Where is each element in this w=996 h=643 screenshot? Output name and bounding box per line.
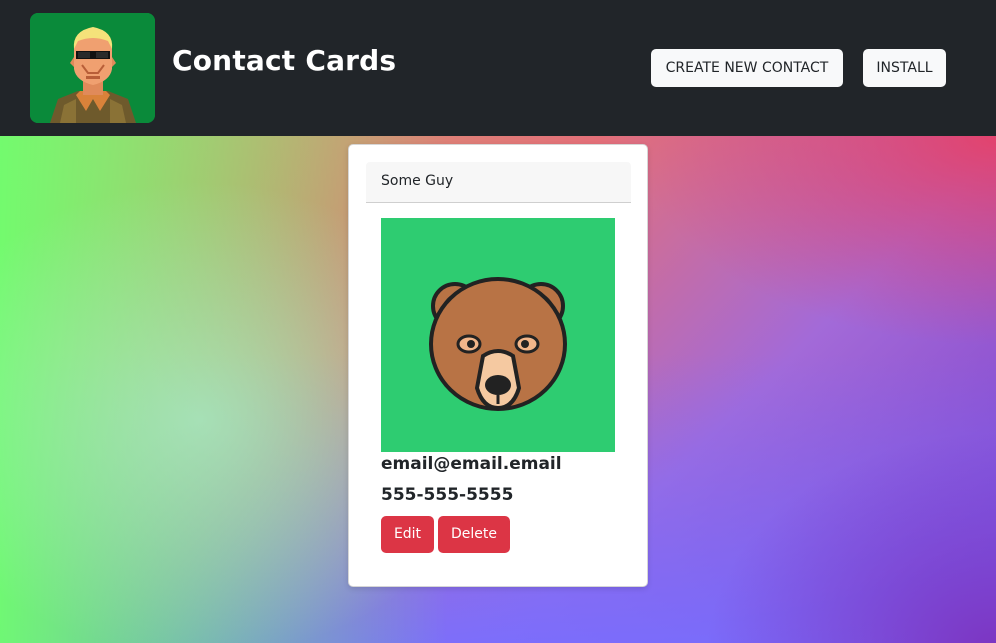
delete-button[interactable]: Delete — [438, 516, 510, 553]
create-new-contact-button[interactable]: CREATE NEW CONTACT — [651, 49, 843, 87]
contact-phone: 555-555-5555 — [381, 485, 514, 505]
bear-face-icon — [381, 218, 615, 452]
contact-card-header: Some Guy — [366, 162, 631, 203]
contact-avatar — [381, 218, 615, 452]
app-logo — [30, 13, 155, 123]
edit-button[interactable]: Edit — [381, 516, 434, 553]
contact-name: Some Guy — [381, 173, 454, 189]
app-title: Contact Cards — [172, 44, 397, 77]
app-header: Contact Cards CREATE NEW CONTACT INSTALL — [0, 0, 996, 136]
install-button[interactable]: INSTALL — [863, 49, 946, 87]
pixel-art-commando-portrait-icon — [30, 13, 155, 123]
contact-email: email@email.email — [381, 454, 562, 474]
contact-card: Some Guy email@email.email 555-555-5555 … — [348, 144, 648, 587]
